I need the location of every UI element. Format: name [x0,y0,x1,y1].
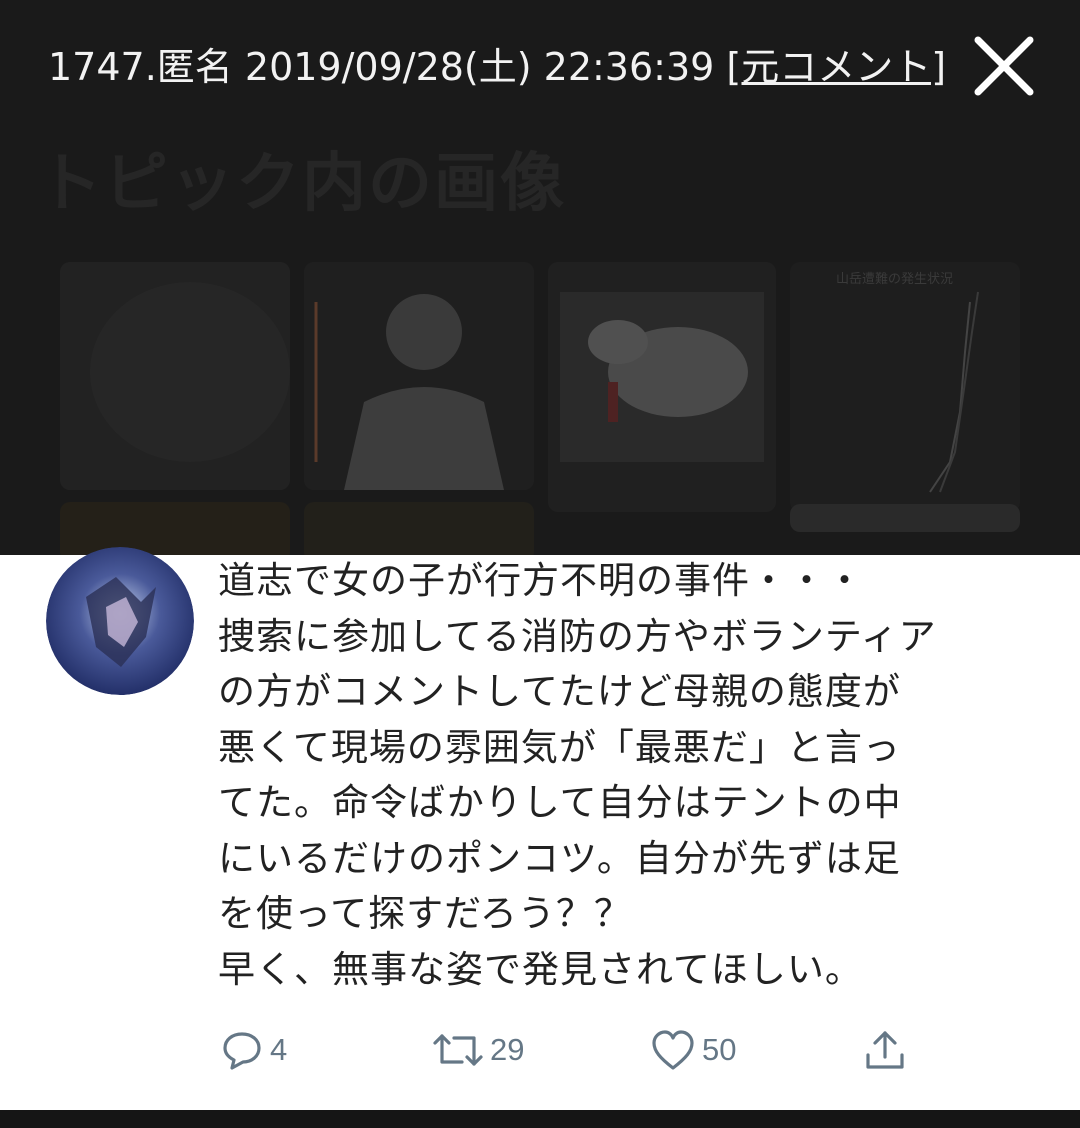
topic-image-thumb[interactable] [60,262,290,490]
tweet-card: 道志で女の子が行方不明の事件・・・ 捜索に参加してる消防の方やボランティア の方… [0,547,1080,1110]
reply-button[interactable]: 4 [220,1025,287,1075]
retweet-icon [433,1034,483,1066]
tweet-line: てた。命令ばかりして自分はテントの中 [218,781,902,824]
topic-images-heading: トピック内の画像 [38,147,566,221]
tweet-actions: 4 29 50 [0,1025,1080,1085]
tweet-line: 悪くて現場の雰囲気が「最悪だ」と言っ [218,725,901,769]
tweet-line: 道志で女の子が行方不明の事件・・・ [218,559,864,602]
reply-icon [223,1032,261,1070]
like-count: 50 [702,1032,737,1067]
share-button[interactable] [862,1025,908,1075]
chart-thumb-title: 山岳遭難の発生状況 [836,272,954,287]
tweet-line: にいるだけのポンコツ。自分が先ずは足 [218,836,901,880]
heart-icon [652,1030,694,1070]
topic-image-thumb[interactable] [790,504,1020,532]
topic-image-thumb[interactable] [548,262,776,512]
comment-header: 1747.匿名 2019/09/28(土) 22:36:39 [元コメント] [48,36,946,91]
tweet-body: 道志で女の子が行方不明の事件・・・ 捜索に参加してる消防の方やボランティア の方… [218,553,1058,997]
original-comment-link[interactable]: [元コメント] [726,45,946,89]
tweet-line: 早く、無事な姿で発見されてほしい。 [218,947,863,991]
author-name: 匿名 [156,45,233,89]
close-button[interactable] [968,30,1040,102]
close-icon [974,36,1034,96]
post-timestamp: 2019/09/28(土) 22:36:39 [244,45,715,89]
avatar[interactable] [46,547,194,695]
topic-image-thumb[interactable]: 山岳遭難の発生状況 [790,262,1020,512]
tweet-line: を使って探すだろう？？ [218,892,632,935]
image-viewer-overlay: 1747.匿名 2019/09/28(土) 22:36:39 [元コメント] ト… [0,0,1080,562]
tweet-line: の方がコメントしてたけど母親の態度が [218,670,901,713]
retweet-button[interactable]: 29 [432,1025,524,1075]
like-button[interactable]: 50 [650,1025,736,1075]
reply-count: 4 [270,1032,288,1067]
bottom-bar [0,1110,1080,1128]
share-icon [866,1031,904,1069]
post-number: 1747. [48,45,157,89]
tweet-line: 捜索に参加してる消防の方やボランティア [218,614,937,658]
retweet-count: 29 [490,1032,525,1067]
topic-image-thumb[interactable] [304,262,534,490]
